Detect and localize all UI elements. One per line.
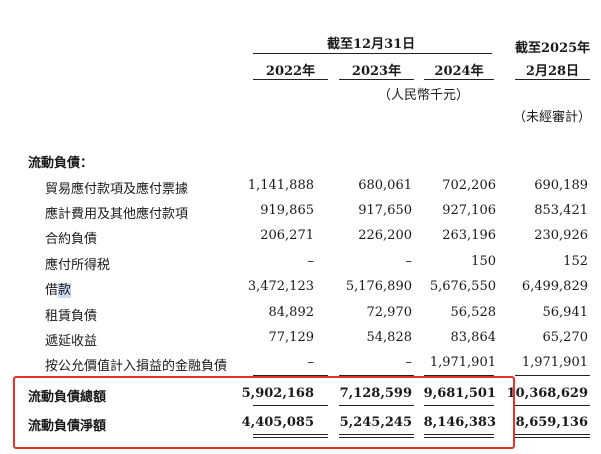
cell-value: – xyxy=(307,254,315,269)
cell-value: – xyxy=(405,355,413,370)
cell-value: 927,106 xyxy=(442,203,496,218)
period-group-header: 截至12月31日 xyxy=(327,37,416,52)
row-label: 租賃負債 xyxy=(45,309,98,324)
column-header-2022: 2022年 xyxy=(265,64,316,79)
row-label: 應付所得税 xyxy=(45,258,111,273)
row-label: 借款 xyxy=(45,279,72,298)
highlight-box xyxy=(13,376,515,449)
cell-value: 1,971,901 xyxy=(429,355,496,370)
row-label: 合約負債 xyxy=(45,232,98,247)
row-label: 貿易應付款項及應付票據 xyxy=(45,182,189,197)
cell-value: 206,271 xyxy=(260,228,314,243)
cell-value: 150 xyxy=(471,254,496,269)
row-label: 按公允價值計入損益的金融負債 xyxy=(45,359,228,374)
cell-value: 65,270 xyxy=(542,330,589,345)
section-title: 流動負債： xyxy=(28,156,94,171)
total-rule-2025 xyxy=(515,375,590,376)
cell-value: 230,926 xyxy=(534,228,588,243)
double-rule-2025 xyxy=(515,434,590,438)
unit-note: （人民幣千元） xyxy=(378,88,470,103)
cell-value: 1,971,901 xyxy=(521,355,588,370)
row-label-part: 借 xyxy=(45,283,59,298)
cell-value: 680,061 xyxy=(358,178,412,193)
column-header-2023: 2023年 xyxy=(351,64,402,79)
cell-value: 5,176,890 xyxy=(345,279,412,294)
cell-value: 6,499,829 xyxy=(521,279,588,294)
cell-value: 56,528 xyxy=(450,305,497,320)
cell-value: 263,196 xyxy=(442,228,496,243)
cell-value: 853,421 xyxy=(534,203,588,218)
cell-value: 5,676,550 xyxy=(429,279,496,294)
column-header-2025-line2: 2月28日 xyxy=(525,64,580,79)
row-label: 遞延收益 xyxy=(45,334,98,349)
header-underline-2025 xyxy=(515,79,590,80)
net-rule-2025 xyxy=(515,405,590,406)
cell-value: 56,941 xyxy=(542,305,589,320)
cell-value: 77,129 xyxy=(268,330,315,345)
cell-value: 84,892 xyxy=(268,305,315,320)
cell-value: 702,206 xyxy=(442,178,496,193)
cell-value: – xyxy=(405,254,413,269)
group-underline xyxy=(253,53,492,54)
cell-value: – xyxy=(307,355,315,370)
header-underline-2022 xyxy=(253,79,328,80)
cell-value: 152 xyxy=(563,254,588,269)
cell-value: 1,141,888 xyxy=(247,178,314,193)
unaudited-note: （未經審計） xyxy=(513,110,592,125)
cell-value: 690,189 xyxy=(534,178,588,193)
column-header-2024: 2024年 xyxy=(434,64,484,79)
cell-value: 83,864 xyxy=(450,330,497,345)
header-underline-2024 xyxy=(424,79,494,80)
row-label: 應計費用及其他應付款項 xyxy=(45,207,189,222)
column-header-2025-line1: 截至2025年 xyxy=(515,41,591,56)
header-underline-2023 xyxy=(339,79,414,80)
highlighted-text: 款 xyxy=(58,283,72,298)
cell-value: 919,865 xyxy=(260,203,314,218)
cell-value: 917,650 xyxy=(358,203,412,218)
cell-value: 54,828 xyxy=(366,330,413,345)
cell-value: 72,970 xyxy=(366,305,413,320)
cell-value: 226,200 xyxy=(358,228,412,243)
cell-value: 3,472,123 xyxy=(247,279,314,294)
